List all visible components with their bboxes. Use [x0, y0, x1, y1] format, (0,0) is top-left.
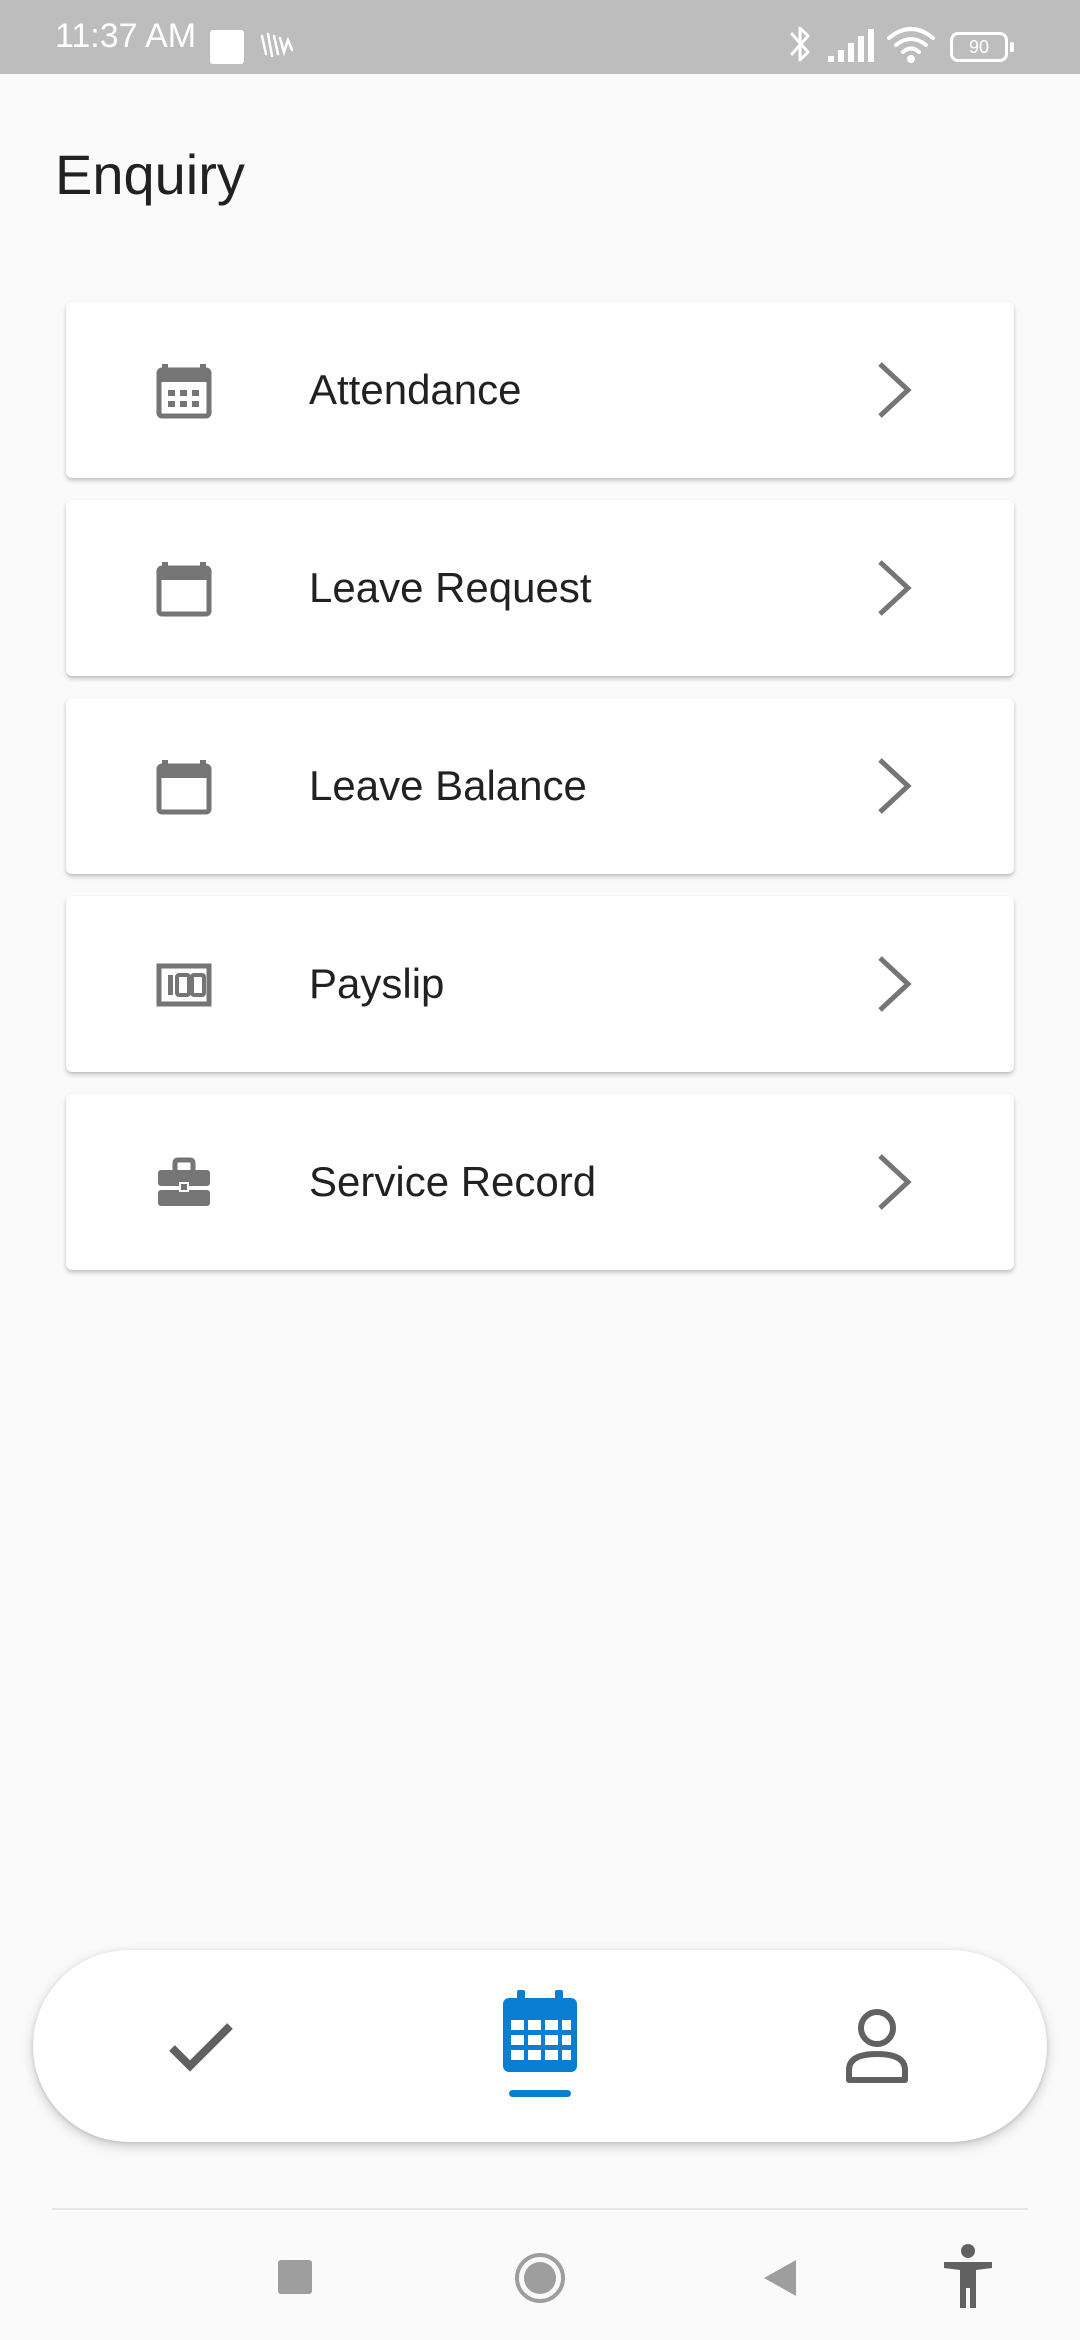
- nav-tab-check[interactable]: [101, 1950, 301, 2142]
- status-bar: 11:37 AM 90: [0, 0, 1080, 74]
- battery-level: 90: [968, 37, 990, 57]
- wifi-icon: [887, 27, 935, 63]
- menu-item-label: Service Record: [309, 1158, 597, 1205]
- payslip-100-icon: [156, 963, 212, 1007]
- menu-item-label: Attendance: [309, 366, 522, 413]
- check-icon: [169, 2023, 233, 2072]
- bottom-navigation: [33, 1950, 1047, 2142]
- calendar-icon: [156, 562, 212, 617]
- active-tab-indicator: [509, 2090, 571, 2097]
- calendar-grid-icon: [156, 364, 212, 419]
- menu-item-payslip[interactable]: Payslip: [66, 896, 1014, 1072]
- menu-item-leave-request[interactable]: Leave Request: [66, 500, 1014, 676]
- back-triangle-icon[interactable]: [762, 2258, 798, 2298]
- menu-item-service-record[interactable]: Service Record: [66, 1094, 1014, 1270]
- system-navigation-bar: [0, 2210, 1080, 2340]
- status-time: 11:37 AM: [55, 17, 197, 55]
- nav-tab-profile[interactable]: [777, 1950, 977, 2142]
- page-title: Enquiry: [55, 143, 245, 206]
- vibrate-icon: [260, 32, 294, 58]
- person-icon: [846, 2009, 908, 2083]
- home-circle-icon[interactable]: [514, 2252, 566, 2304]
- chevron-right-icon: [878, 560, 912, 616]
- chevron-right-icon: [878, 956, 912, 1012]
- menu-item-leave-balance[interactable]: Leave Balance: [66, 698, 1014, 874]
- signal-icon: [828, 29, 874, 62]
- chevron-right-icon: [878, 362, 912, 418]
- nav-tab-calendar[interactable]: [439, 1950, 639, 2142]
- chevron-right-icon: [878, 1154, 912, 1210]
- notification-square-icon: [210, 30, 244, 64]
- briefcase-icon: [158, 1157, 210, 1206]
- accessibility-icon[interactable]: [940, 2244, 996, 2310]
- menu-item-label: Leave Request: [309, 564, 592, 611]
- calendar-icon: [156, 760, 212, 815]
- menu-item-attendance[interactable]: Attendance: [66, 302, 1014, 478]
- menu-item-label: Leave Balance: [309, 762, 587, 809]
- enquiry-menu-list: Attendance Leave Request Leave Balance P…: [66, 302, 1014, 1292]
- menu-item-label: Payslip: [309, 960, 445, 1007]
- recents-square-icon[interactable]: [278, 2260, 312, 2294]
- battery-icon: 90: [950, 32, 1014, 62]
- calendar-icon: [503, 1990, 577, 2072]
- bluetooth-icon: [790, 26, 810, 62]
- chevron-right-icon: [878, 758, 912, 814]
